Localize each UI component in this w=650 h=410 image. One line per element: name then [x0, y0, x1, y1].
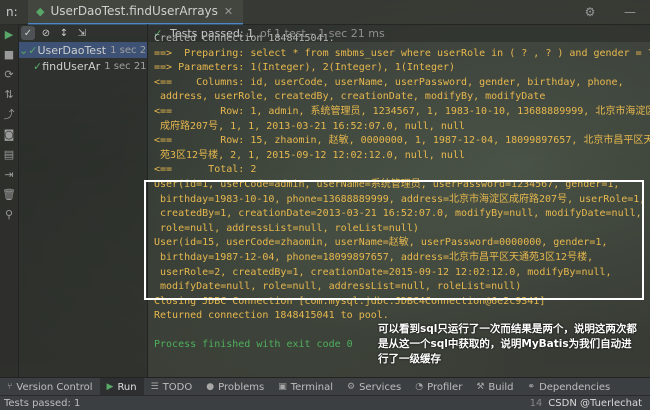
sort-icon[interactable]: ↕ — [57, 26, 71, 40]
dependencies-icon: ⚭ — [527, 382, 536, 392]
bottom-toolwindow-bar: ⑂ Version Control ▶ Run ☰ TODO ● Problems ▣ Termi… — [0, 377, 650, 396]
stop-icon[interactable]: ■ — [0, 44, 18, 64]
run-label: n: — [6, 5, 18, 19]
bottom-tab-label: Services — [359, 381, 402, 393]
bottom-tab-build[interactable]: ⚒ Build — [469, 378, 520, 396]
console-line: ==> Parameters: 1(Integer), 2(Integer), … — [154, 62, 456, 74]
test-tree-child[interactable]: ✓ findUserAr 1 sec 21 ms — [19, 58, 147, 74]
test-tree-toolbar: ✓ ⊘ ↕ ⇲ — [19, 24, 147, 42]
console-line: Created connection 1848415041. — [154, 33, 335, 44]
console-line: 成府路207号, 1, 1, 2013-03-21 16:52:07.0, nu… — [154, 120, 465, 132]
pin-tab-icon[interactable]: ⚲ — [0, 204, 18, 224]
bottom-tab-profiler[interactable]: ◔ Profiler — [408, 378, 469, 396]
rerun-icon[interactable]: ▶ — [0, 24, 18, 44]
console-line: <== Row: 15, zhaomin, 赵敏, 0000000, 1, 19… — [154, 135, 650, 147]
expand-icon[interactable]: ⇲ — [75, 26, 89, 40]
status-bar: Tests passed: 1 14 CSDN @Tuerlechat — [0, 395, 650, 410]
problems-icon: ● — [206, 382, 215, 392]
bottom-tab-label: Dependencies — [539, 381, 611, 393]
test-tree-root[interactable]: ⌄ ✓ UserDaoTest 1 sec 21 ms — [19, 42, 147, 58]
console-line: ==> Preparing: select * from smbms_user … — [154, 47, 650, 59]
run-tab-title: UserDaoTest.findUserArrays — [50, 4, 218, 18]
test-child-name: findUserAr — [42, 59, 101, 73]
bottom-tab-services[interactable]: ⚙ Services — [340, 378, 408, 396]
test-root-time: 1 sec 21 ms — [110, 44, 147, 56]
console-line: 苑3区12号楼, 2, 1, 2015-09-12 12:02:12.0, nu… — [154, 149, 465, 161]
pin-icon[interactable]: ⟳ — [0, 64, 18, 84]
chevron-down-icon: ⌄ — [19, 43, 29, 57]
show-ignored-icon[interactable]: ⊘ — [39, 26, 53, 40]
services-icon: ⚙ — [347, 382, 356, 392]
test-child-time: 1 sec 21 ms — [104, 60, 147, 72]
run-tab[interactable]: ◆ UserDaoTest.findUserArrays ✕ — [28, 0, 244, 25]
bottom-tab-version-control[interactable]: ⑂ Version Control — [0, 378, 100, 396]
close-icon[interactable]: ✕ — [224, 5, 233, 18]
console-line: birthday=1987-12-04, phone=18099897657, … — [154, 251, 594, 263]
bottom-tab-label: Profiler — [427, 381, 463, 393]
junit-icon: ◆ — [36, 4, 45, 18]
passed-check-icon: ✓ — [33, 59, 43, 73]
watermark-text: CSDN @Tuerlechat — [548, 397, 642, 409]
run-left-toolbar: ▶ ■ ⟳ ⇅ ⤴ ◙ ▤ ⇥ 🗑 ⚲ — [0, 24, 19, 377]
bottom-tab-todo[interactable]: ☰ TODO — [144, 378, 200, 396]
status-bar-text: Tests passed: 1 — [4, 397, 81, 409]
filter-icon[interactable]: ⇅ — [0, 84, 18, 104]
bottom-tab-label: Run — [117, 381, 137, 393]
cursor-position: 14 — [529, 397, 543, 409]
terminal-icon: ▣ — [278, 382, 287, 392]
console-lines[interactable]: Created connection 1848415041. ==> Prepar… — [148, 32, 650, 353]
test-tree-panel: ✓ ⊘ ↕ ⇲ ⌄ ✓ UserDaoTest 1 sec 21 ms ✓ fi… — [19, 24, 148, 377]
bottom-tab-problems[interactable]: ● Problems — [199, 378, 271, 396]
bottom-tab-run[interactable]: ▶ Run — [99, 378, 144, 396]
layout-icon[interactable]: ▤ — [0, 144, 18, 164]
bottom-tab-label: Build — [488, 381, 514, 393]
delete-icon[interactable]: 🗑 — [0, 184, 18, 204]
console-line: User(id=1, userCode=admin, userName=系统管理… — [154, 178, 620, 190]
bottom-tab-label: Terminal — [290, 381, 333, 393]
console-line: role=null, addressList=null, roleList=nu… — [154, 222, 419, 234]
minimize-icon[interactable]: — — [610, 5, 650, 19]
export-icon[interactable]: ⤴ — [0, 104, 18, 124]
profiler-icon: ◔ — [415, 382, 424, 392]
show-passed-icon[interactable]: ✓ — [21, 26, 35, 40]
console-line: <== Total: 2 — [154, 164, 257, 176]
watermark: 14 CSDN @Tuerlechat — [530, 398, 650, 409]
console-line: <== Row: 1, admin, 系统管理员, 1234567, 1, 19… — [154, 105, 650, 117]
run-icon: ▶ — [106, 382, 114, 392]
bottom-tab-label: TODO — [162, 381, 193, 393]
console-line: createdBy=1, creationDate=2013-03-21 16:… — [154, 208, 642, 220]
settings-gear-icon[interactable]: ⚙ — [570, 5, 610, 19]
bottom-tab-label: Problems — [218, 381, 265, 393]
console-line: userRole=2, createdBy=1, creationDate=20… — [154, 266, 612, 278]
run-toolwindow-header: n: ◆ UserDaoTest.findUserArrays ✕ ⚙ — — [0, 0, 650, 25]
console-line: birthday=1983-10-10, phone=13688889999, … — [154, 193, 646, 205]
console-line: Closing JDBC Connection [com.mysql.jdbc.… — [154, 295, 546, 307]
console-line: User(id=15, userCode=zhaomin, userName=赵… — [154, 237, 608, 249]
console-line: <== Columns: id, userCode, userName, use… — [154, 76, 624, 88]
annotation-text: 可以看到sql只运行了一次而结果是两个，说明这两次都是从这一个sql中获取的，说… — [378, 323, 637, 365]
bottom-tab-label: Version Control — [16, 381, 93, 393]
console-line: address, userRole, createdBy, creationDa… — [154, 91, 546, 103]
login-icon[interactable]: ⇥ — [0, 164, 18, 184]
console-line: modifyDate=null, role=null, addressList=… — [154, 281, 522, 293]
bottom-tab-dependencies[interactable]: ⚭ Dependencies — [521, 378, 618, 396]
test-root-name: UserDaoTest — [37, 43, 107, 57]
camera-icon[interactable]: ◙ — [0, 124, 18, 144]
build-icon: ⚒ — [476, 382, 485, 392]
version-control-icon: ⑂ — [7, 382, 13, 392]
bottom-tab-terminal[interactable]: ▣ Terminal — [271, 378, 340, 396]
passed-check-icon: ✓ — [28, 43, 38, 57]
todo-icon: ☰ — [150, 382, 159, 392]
